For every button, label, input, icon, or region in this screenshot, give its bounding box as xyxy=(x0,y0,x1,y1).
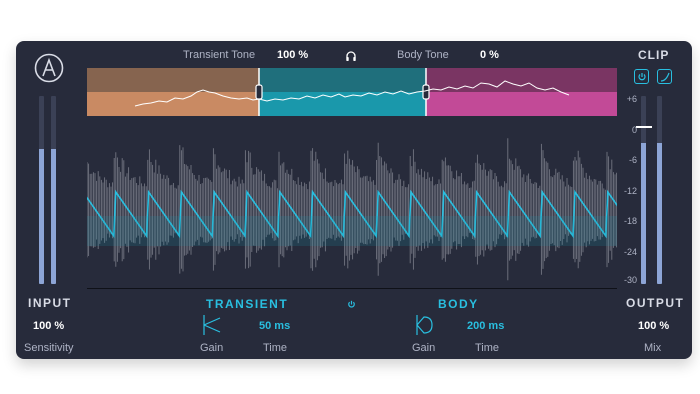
db-tick: +6 xyxy=(626,94,637,104)
band-split-handle-2 xyxy=(422,84,430,100)
mix-value[interactable]: 100 % xyxy=(638,320,669,332)
db-tick: -6 xyxy=(628,155,637,165)
clip-label: CLIP xyxy=(638,48,670,62)
logo xyxy=(34,53,64,83)
mix-label: Mix xyxy=(644,342,662,354)
body-time-value[interactable]: 200 ms xyxy=(467,320,504,332)
db-tick: -12 xyxy=(623,186,637,196)
transient-band xyxy=(87,92,259,116)
transient-tone-label: Transient Tone xyxy=(183,49,256,61)
bypass-power-icon[interactable] xyxy=(346,297,357,308)
transient-label: TRANSIENT xyxy=(206,297,289,311)
headphones-icon[interactable] xyxy=(345,49,357,61)
tone-band-display[interactable] xyxy=(87,68,617,116)
divider xyxy=(87,288,617,289)
body-tone-value[interactable]: 0 % xyxy=(480,49,499,61)
clip-power-button[interactable] xyxy=(634,69,649,84)
transient-time-label: Time xyxy=(263,342,288,354)
transient-gain-label: Gain xyxy=(200,342,224,354)
curve-icon xyxy=(660,72,670,82)
body-band-top xyxy=(259,68,426,92)
body-gain-label: Gain xyxy=(412,342,436,354)
input-meter-left xyxy=(39,96,44,284)
transient-time-value[interactable]: 50 ms xyxy=(259,320,290,332)
clip-threshold-handle[interactable] xyxy=(636,126,652,128)
sensitivity-value[interactable]: 100 % xyxy=(33,320,64,332)
db-tick: 0 xyxy=(631,125,637,135)
transient-tone-value[interactable]: 100 % xyxy=(277,49,308,61)
body-gain-control[interactable] xyxy=(415,314,435,336)
transient-shape-icon xyxy=(203,315,221,335)
db-tick: -24 xyxy=(623,247,637,257)
output-meter-right[interactable] xyxy=(657,96,662,284)
third-band xyxy=(426,92,617,116)
body-shape-icon xyxy=(416,315,433,335)
input-label: INPUT xyxy=(28,296,72,310)
db-tick: -30 xyxy=(623,275,637,285)
output-label: OUTPUT xyxy=(626,296,685,310)
body-tone-label: Body Tone xyxy=(397,49,449,61)
transient-band-top xyxy=(87,68,259,92)
body-time-label: Time xyxy=(475,342,500,354)
sensitivity-label: Sensitivity xyxy=(24,342,74,354)
plugin-window: Transient Tone 100 % Body Tone 0 % CLIP … xyxy=(16,41,692,359)
body-label: BODY xyxy=(438,297,479,311)
waveform-display[interactable] xyxy=(80,116,642,286)
db-tick: -18 xyxy=(623,216,637,226)
output-meter-left[interactable] xyxy=(641,96,646,284)
input-meter-right xyxy=(51,96,56,284)
clip-curve-button[interactable] xyxy=(657,69,672,84)
power-icon xyxy=(637,72,646,80)
band-split-handle-1 xyxy=(255,84,263,100)
transient-gain-control[interactable] xyxy=(202,314,222,336)
